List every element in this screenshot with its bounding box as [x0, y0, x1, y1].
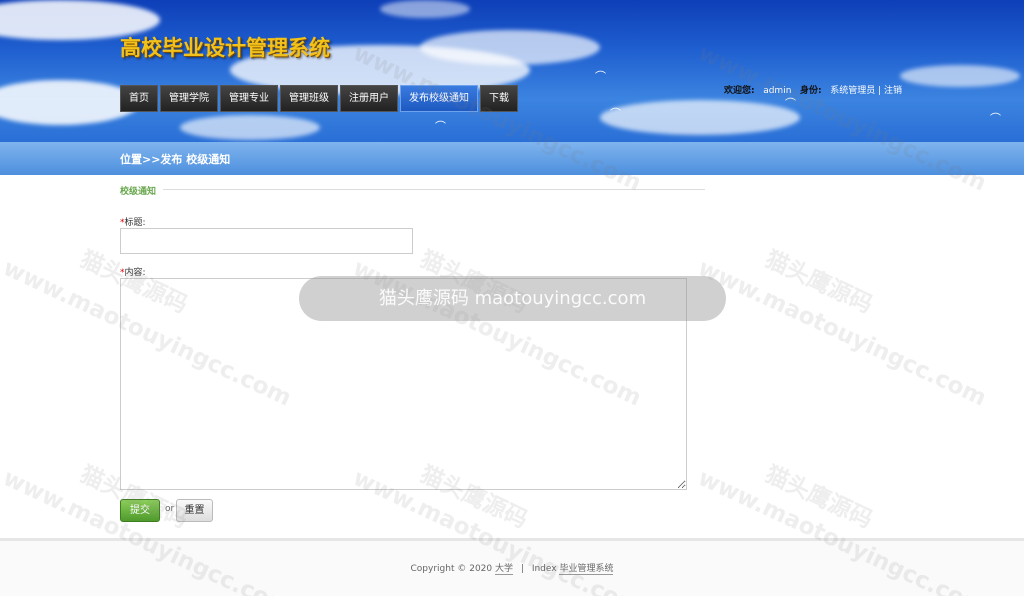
cloud-decoration: [180, 115, 320, 140]
role-label: 身份:: [800, 86, 822, 96]
cloud-decoration: [380, 0, 470, 18]
username: admin: [763, 86, 792, 96]
copyright-line: Copyright © 2020 大学 | Index 毕业管理系统: [0, 561, 1024, 575]
watermark-cn: 猫头鹰源码: [761, 461, 877, 534]
breadcrumb: 位置>>发布 校级通知: [120, 153, 231, 166]
nav-item-manage-class[interactable]: 管理班级: [280, 85, 338, 112]
nav-item-manage-major[interactable]: 管理专业: [220, 85, 278, 112]
watermark-banner: 猫头鹰源码 maotouyingcc.com: [299, 276, 726, 321]
watermark-url: www.maotouyingcc.com: [694, 255, 991, 412]
nav-item-download[interactable]: 下载: [480, 85, 518, 112]
nav-item-manage-college[interactable]: 管理学院: [160, 85, 218, 112]
bird-icon: ⌒: [595, 70, 606, 83]
footer-link-system[interactable]: 毕业管理系统: [559, 564, 614, 575]
welcome-label: 欢迎您:: [724, 86, 755, 96]
section-divider: [163, 189, 705, 190]
section-title: 校级通知: [120, 187, 157, 197]
footer-separator: |: [520, 564, 524, 574]
title-input[interactable]: [120, 228, 413, 254]
main-nav: 首页 管理学院 管理专业 管理班级 注册用户 发布校级通知 下载: [120, 85, 518, 112]
footer-link-index[interactable]: Index: [532, 564, 557, 574]
nav-item-register-user[interactable]: 注册用户: [340, 85, 398, 112]
separator: |: [878, 86, 882, 96]
title-label-text: 标题:: [124, 218, 146, 228]
logout-link[interactable]: 注销: [884, 86, 902, 96]
bird-icon: ⌒: [435, 120, 446, 133]
role-value: 系统管理员: [830, 86, 876, 96]
cloud-decoration: [0, 80, 140, 125]
header-banner: ⌒ ⌒ ⌒ ⌒ ⌒ 高校毕业设计管理系统 首页 管理学院 管理专业 管理班级 注…: [0, 0, 1024, 142]
content-label-text: 内容:: [124, 268, 146, 278]
nav-item-publish-notice[interactable]: 发布校级通知: [400, 85, 478, 112]
location-bar: 位置>>发布 校级通知: [0, 142, 1024, 175]
user-info-bar: 欢迎您: admin 身份: 系统管理员 | 注销: [724, 83, 902, 96]
footer: Copyright © 2020 大学 | Index 毕业管理系统: [0, 541, 1024, 596]
content-label: *内容:: [120, 265, 146, 278]
copyright-text: Copyright © 2020: [410, 564, 493, 574]
footer-link-university[interactable]: 大学: [495, 564, 514, 575]
site-title: 高校毕业设计管理系统: [120, 36, 330, 60]
cloud-decoration: [420, 30, 600, 65]
title-label: *标题:: [120, 215, 146, 228]
or-text: or: [165, 504, 175, 514]
bird-icon: ⌒: [785, 97, 796, 110]
nav-item-home[interactable]: 首页: [120, 85, 158, 112]
cloud-decoration: [600, 100, 800, 135]
watermark-cn: 猫头鹰源码: [761, 246, 877, 319]
cloud-decoration: [900, 65, 1020, 87]
submit-button[interactable]: 提交: [120, 499, 160, 522]
reset-button[interactable]: 重置: [176, 499, 213, 522]
bird-icon: ⌒: [990, 112, 1001, 125]
bird-icon: ⌒: [610, 107, 621, 120]
